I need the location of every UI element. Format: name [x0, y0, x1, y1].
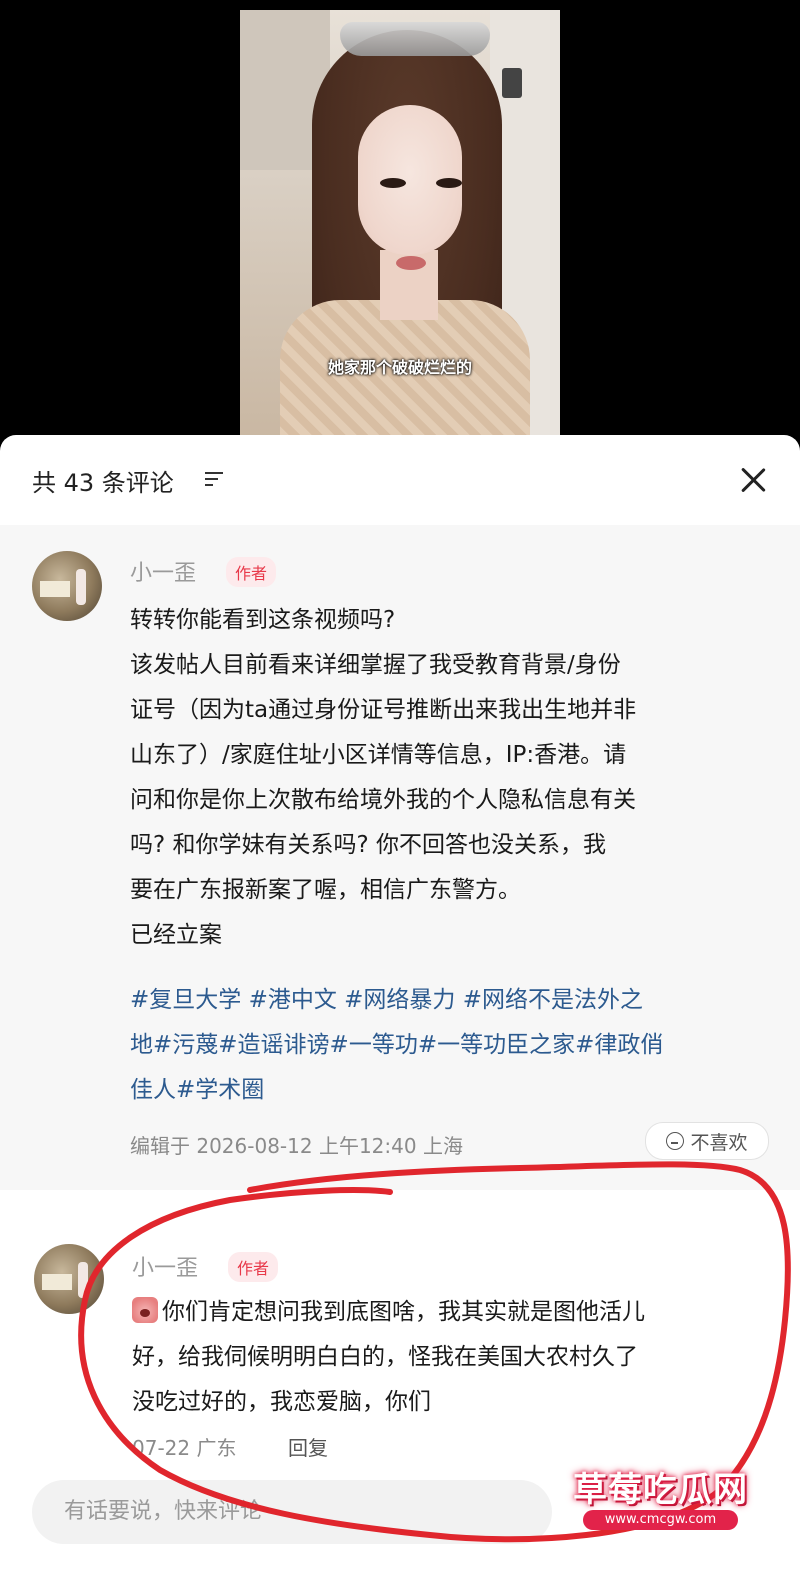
comment-text-line: 证号（因为ta通过身份证号推断出来我出生地并非 — [130, 697, 637, 723]
comment-text-line: 山东了）/家庭住址小区详情等信息，IP:香港。请 — [130, 742, 627, 768]
comment-item: 小一歪 作者 转转你能看到这条视频吗? 该发帖人目前看来详细掌握了我受教育背景/… — [0, 525, 800, 1190]
sort-icon[interactable] — [205, 472, 225, 488]
comment-text-line: 已经立案 — [130, 922, 222, 948]
hashtag-line[interactable]: #复旦大学 #港中文 #网络暴力 #网络不是法外之 — [130, 980, 643, 1014]
close-icon[interactable] — [738, 465, 768, 495]
comment-text-line: 你们肯定想问我到底图啥，我其实就是图他活儿 — [132, 1292, 645, 1326]
avatar-person — [76, 569, 86, 605]
person-eye-right — [436, 178, 462, 188]
comment-text-line: 该发帖人目前看来详细掌握了我受教育背景/身份 — [130, 652, 621, 678]
sunglasses — [340, 22, 490, 56]
wall-switch — [502, 68, 522, 98]
comment-text-line: 没吃过好的，我恋爱脑，你们 — [132, 1389, 431, 1415]
comment-date-location: 07-22 广东 — [132, 1436, 237, 1460]
comment-text-line: 转转你能看到这条视频吗? — [130, 607, 396, 633]
person-eye-left — [380, 178, 406, 188]
video-subtitle: 她家那个破破烂烂的 — [327, 358, 472, 377]
avatar-sign — [42, 1274, 72, 1290]
hashtag-line[interactable]: 地#污蔑#造谣诽谤#一等功#一等功臣之家#律政俏 — [130, 1025, 663, 1059]
watermark-url: www.cmcgw.com — [583, 1510, 738, 1530]
dislike-icon — [666, 1132, 685, 1150]
dislike-label: 不喜欢 — [690, 1131, 748, 1154]
author-badge: 作者 — [226, 557, 277, 587]
comment-username[interactable]: 小一歪 — [132, 1250, 198, 1282]
comment-text-line: 要在广东报新案了喔，相信广东警方。 — [130, 877, 521, 903]
comment-text-line: 吗? 和你学妹有关系吗? 你不回答也没关系，我 — [130, 832, 607, 858]
video-player[interactable]: 她家那个破破烂烂的 — [0, 0, 800, 440]
avatar-person — [78, 1262, 88, 1298]
crying-emoji-icon — [132, 1297, 158, 1323]
comment-text-line: 问和你是你上次散布给境外我的个人隐私信息有关 — [130, 787, 636, 813]
hashtag-line[interactable]: 佳人#学术圈 — [130, 1070, 264, 1104]
dislike-button[interactable]: 不喜欢 — [645, 1122, 769, 1160]
avatar[interactable] — [34, 1244, 104, 1314]
avatar-sign — [40, 581, 70, 597]
comment-username[interactable]: 小一歪 — [130, 555, 196, 587]
site-watermark: 草莓吃瓜网 www.cmcgw.com — [548, 1462, 773, 1532]
comment-text-line: 好，给我伺候明明白白的，怪我在美国大农村久了 — [132, 1344, 638, 1370]
reply-button[interactable]: 回复 — [288, 1432, 328, 1461]
comment-meta: 编辑于 2026-08-12 上午12:40 上海 — [130, 1134, 463, 1158]
person-lips — [396, 256, 426, 270]
avatar[interactable] — [32, 551, 102, 621]
comment-input[interactable]: 有话要说，快来评论 — [32, 1480, 552, 1544]
author-badge: 作者 — [228, 1252, 279, 1282]
watermark-title: 草莓吃瓜网 — [573, 1470, 748, 1510]
comments-panel: 共 43 条评论 小一歪 作者 转转你能看到这条视频吗? 该发帖人目前看来详细掌… — [0, 435, 800, 1570]
comments-header: 共 43 条评论 — [0, 435, 800, 525]
comment-count: 共 43 条评论 — [32, 469, 174, 497]
